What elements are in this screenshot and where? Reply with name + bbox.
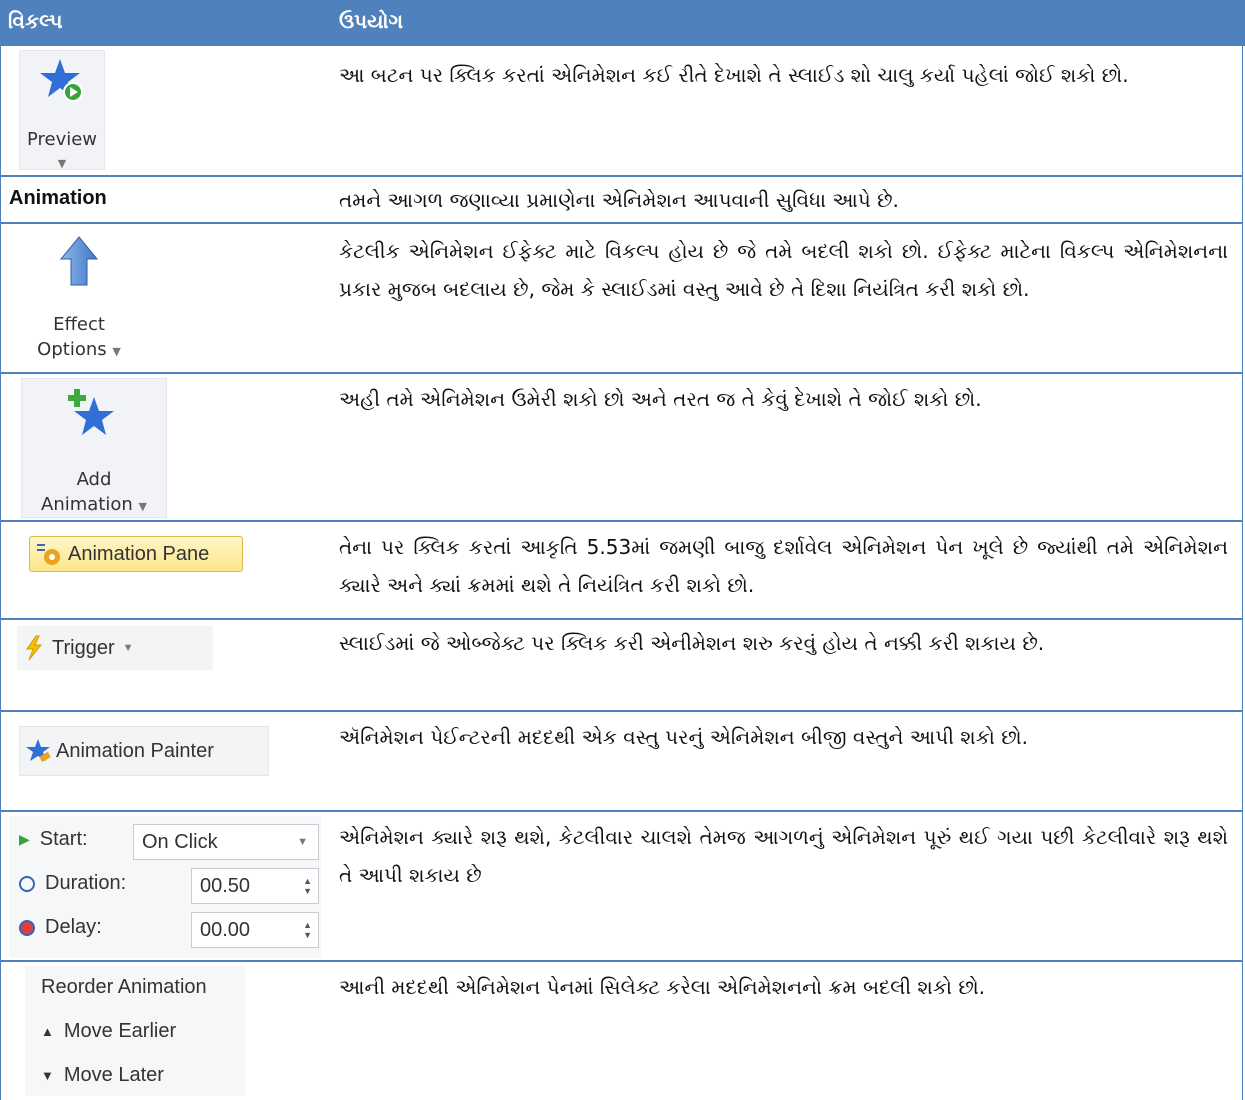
move-later-label: Move Later: [63, 1064, 164, 1086]
delay-label: Delay:: [45, 916, 102, 938]
delay-input[interactable]: 00.00 ▲ ▼: [191, 912, 319, 948]
effect-options-line1: Effect: [53, 314, 105, 335]
chevron-down-icon: ▼: [138, 500, 147, 513]
animation-painter-label: Animation Painter: [56, 739, 214, 762]
table-row: Reorder Animation ▲ Move Earlier ▼ Move …: [0, 962, 1243, 1100]
chevron-down-icon: ▼: [57, 157, 67, 170]
header-option: વિકલ્પ: [8, 9, 63, 33]
add-animation-line2: Animation ▼: [41, 494, 147, 515]
lightning-icon: [26, 635, 43, 661]
chevron-down-icon: ▼: [297, 836, 308, 848]
reorder-group: Reorder Animation ▲ Move Earlier ▼ Move …: [25, 966, 245, 1096]
preview-label: Preview: [26, 129, 98, 150]
reorder-title: Reorder Animation: [41, 976, 207, 998]
clock-icon: [19, 875, 35, 892]
up-arrow-icon: [59, 236, 99, 286]
row-description: તમને આગળ જણાવ્યા પ્રમાણેના એનિમેશન આપવાન…: [339, 188, 899, 212]
table-row: Add Animation ▼ અહી તમે એનિમેશન ઉમેરી શક…: [0, 374, 1243, 522]
chevron-down-icon: ▼: [112, 345, 121, 358]
start-value: On Click: [142, 830, 218, 853]
row-description: ઍનિમેશન પેઈન્ટરની મદદથી એક વસ્તુ પરનું એ…: [339, 725, 1029, 749]
duration-row: Duration:: [19, 872, 126, 895]
animation-option: Animation: [9, 187, 107, 209]
play-icon: ▶: [19, 831, 30, 847]
triangle-down-icon: ▼: [41, 1068, 54, 1083]
table-row: Effect Options ▼ કેટલીક એનિમેશન ઈફેક્ટ મ…: [0, 224, 1243, 374]
duration-input[interactable]: 00.50 ▲ ▼: [191, 868, 319, 904]
painter-star-icon: [26, 739, 51, 763]
table-header: વિકલ્પ ઉપયોગ: [0, 0, 1245, 46]
row-description: સ્લાઈડમાં જે ઓબ્જેક્ટ પર ક્લિક કરી એનીમે…: [339, 631, 1045, 655]
spinner-icon[interactable]: ▲ ▼: [303, 876, 312, 896]
effect-options-button[interactable]: Effect Options ▼: [19, 230, 139, 364]
move-earlier-label: Move Earlier: [63, 1020, 177, 1042]
table-row: Animation તમને આગળ જણાવ્યા પ્રમાણેના એનિ…: [0, 177, 1243, 224]
preview-star-play-icon: [40, 59, 83, 102]
trigger-button[interactable]: Trigger ▼: [17, 626, 213, 670]
animation-pane-icon: [37, 544, 60, 565]
add-star-icon: [68, 389, 114, 435]
move-earlier-button[interactable]: ▲ Move Earlier: [41, 1020, 176, 1043]
table-row: Trigger ▼ સ્લાઈડમાં જે ઓબ્જેક્ટ પર ક્લિક…: [0, 620, 1243, 712]
table-row: Preview ▼ આ બટન પર ક્લિક કરતાં એનિમેશન ક…: [0, 46, 1243, 177]
delay-clock-icon: [19, 919, 35, 936]
animation-pane-label: Animation Pane: [68, 542, 210, 565]
move-later-button[interactable]: ▼ Move Later: [41, 1064, 164, 1087]
duration-value: 00.50: [200, 874, 251, 897]
table-row: Animation Pane તેના પર ક્લિક કરતાં આકૃતિ…: [0, 522, 1243, 620]
preview-button[interactable]: Preview ▼: [19, 50, 105, 170]
row-description: એનિમેશન ક્યારે શરૂ થશે, કેટલીવાર ચાલશે ત…: [339, 825, 1228, 887]
row-description: કેટલીક એનિમેશન ઈફેક્ટ માટે વિકલ્પ હોય છે…: [339, 239, 1228, 301]
animation-painter-button[interactable]: Animation Painter: [19, 726, 269, 776]
add-animation-button[interactable]: Add Animation ▼: [21, 378, 167, 518]
row-description: અહી તમે એનિમેશન ઉમેરી શકો છો અને તરત જ ત…: [339, 387, 982, 411]
start-select[interactable]: On Click ▼: [133, 824, 319, 860]
delay-value: 00.00: [200, 918, 251, 941]
row-description: તેના પર ક્લિક કરતાં આકૃતિ 5.53માં જમણી બ…: [339, 535, 1228, 597]
spinner-icon[interactable]: ▲ ▼: [303, 920, 312, 940]
row-description: આની મદદથી એનિમેશન પેનમાં સિલેક્ટ કરેલા એ…: [339, 975, 986, 999]
table-row: ▶ Start: On Click ▼ Duration: 00.50 ▲ ▼ D…: [0, 812, 1243, 962]
effect-options-line2: Options ▼: [37, 339, 121, 360]
add-animation-line1: Add: [76, 469, 112, 490]
animation-pane-button[interactable]: Animation Pane: [29, 536, 243, 572]
triangle-up-icon: ▲: [41, 1024, 54, 1039]
chevron-down-icon: ▼: [122, 642, 134, 654]
timing-group: ▶ Start: On Click ▼ Duration: 00.50 ▲ ▼ D…: [9, 816, 321, 958]
start-label: Start:: [39, 828, 88, 850]
row-description: આ બટન પર ક્લિક કરતાં એનિમેશન કઈ રીતે દેખ…: [339, 63, 1129, 87]
duration-label: Duration:: [45, 872, 127, 894]
table-row: Animation Painter ઍનિમેશન પેઈન્ટરની મદદથ…: [0, 712, 1243, 812]
header-use: ઉપયોગ: [339, 9, 404, 33]
delay-row: Delay:: [19, 916, 102, 939]
start-row: ▶ Start:: [19, 828, 88, 851]
trigger-label: Trigger: [52, 636, 115, 659]
